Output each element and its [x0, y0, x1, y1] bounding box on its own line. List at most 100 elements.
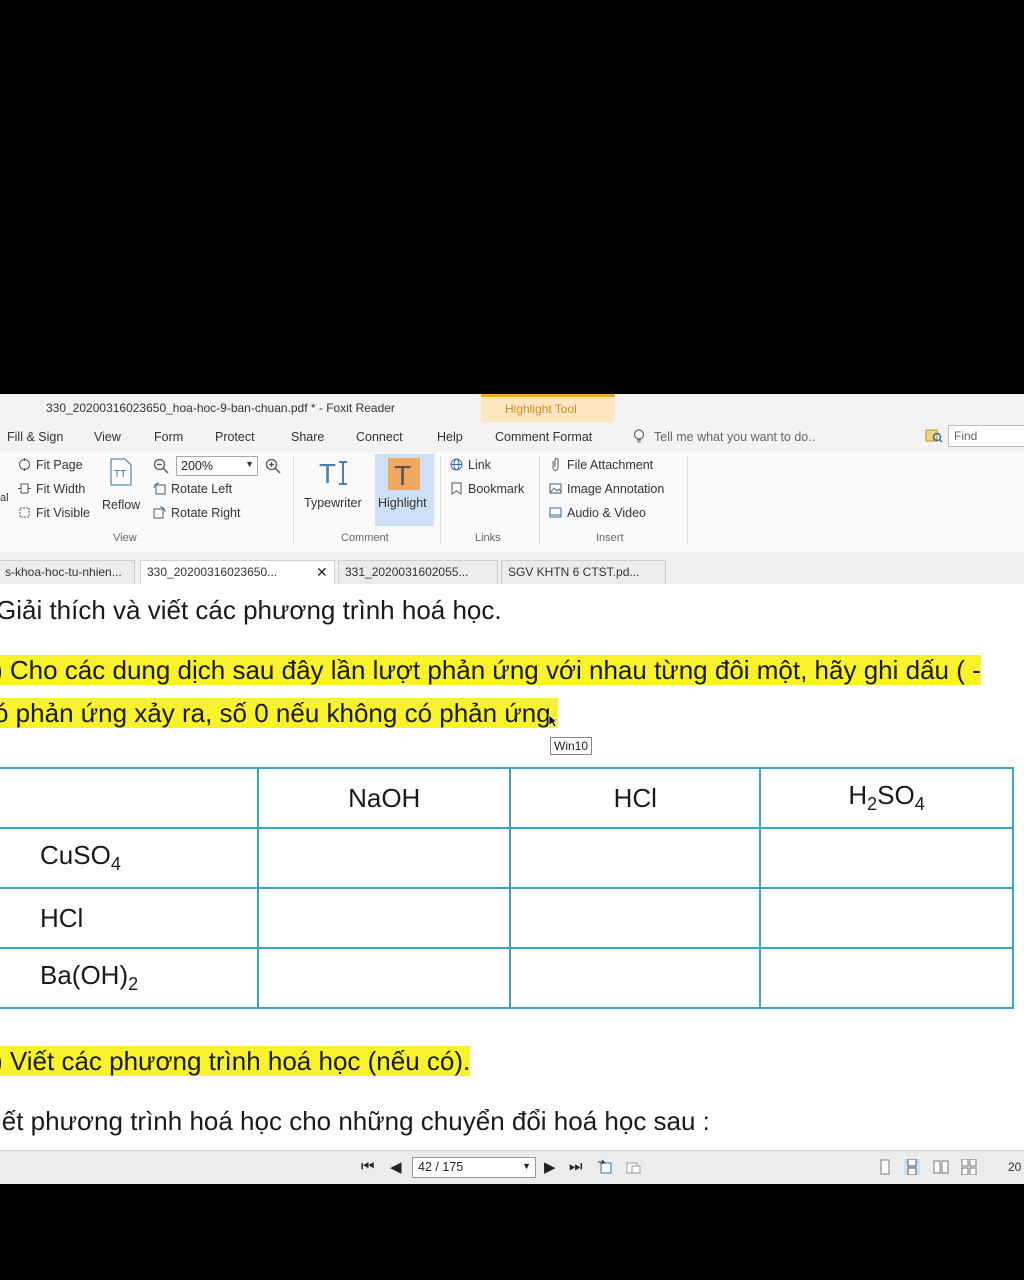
table-cell	[0, 767, 259, 829]
foxit-reader-window: 330_20200316023650_hoa-hoc-9-ban-chuan.p…	[0, 394, 1024, 1184]
highlight-mark: ó phản ứng xảy ra, số 0 nếu không có phả…	[0, 698, 558, 728]
close-icon[interactable]: ✕	[316, 564, 328, 581]
table-header: H2SO4	[759, 767, 1014, 829]
rotate-right-button[interactable]: Rotate Right	[153, 506, 240, 520]
paperclip-icon	[552, 458, 559, 471]
link-globe-icon	[450, 458, 463, 471]
doc-line-question-a: ) Cho các dung dịch sau đây lần lượt phả…	[0, 655, 981, 686]
bookmark-icon	[451, 482, 462, 495]
tab-sgv-khtn[interactable]: SGV KHTN 6 CTST.pd...	[501, 560, 666, 584]
last-page-icon[interactable]: ⏭	[569, 1158, 583, 1175]
row-header: CuSO4	[0, 827, 259, 889]
typewriter-button[interactable]: T Typewriter	[302, 454, 372, 526]
link-button[interactable]: Link	[450, 458, 491, 472]
facing-view-icon[interactable]	[933, 1159, 949, 1175]
zoom-in-icon[interactable]	[265, 458, 281, 474]
fit-page-label: Fit Page	[36, 458, 83, 472]
mouse-cursor-icon	[548, 714, 558, 728]
tab-khoa-hoc[interactable]: s-khoa-hoc-tu-nhien...	[0, 560, 135, 584]
rotate-left-button[interactable]: Rotate Left	[153, 482, 232, 496]
previous-page-icon[interactable]: ◀	[390, 1158, 402, 1176]
zoom-status[interactable]: 20	[1008, 1160, 1021, 1174]
image-annotation-button[interactable]: Image Annotation	[549, 482, 664, 496]
status-bar: ⏮ ◀ 42 / 175 ▼ ▶ ⏭ 20	[0, 1150, 1024, 1184]
fit-width-button[interactable]: Fit Width	[18, 482, 85, 496]
ribbon-separator	[539, 456, 540, 544]
table-header: NaOH	[256, 767, 512, 829]
ribbon-left-fragment: al	[0, 492, 9, 504]
document-tab-bar: s-khoa-hoc-tu-nhien... 330_2020031602365…	[0, 552, 1024, 585]
svg-text:T: T	[394, 460, 411, 490]
reflow-label: Reflow	[102, 498, 141, 512]
zoom-value: 200%	[181, 459, 213, 473]
ribbon: al Fit Page Fit Width Fit Visible TT Ref…	[0, 452, 1024, 553]
reflow-icon: TT	[110, 458, 132, 486]
file-attachment-label: File Attachment	[567, 458, 654, 472]
table-row: NaOH HCl H2SO4	[0, 767, 1014, 829]
page-indicator: 42 / 175	[418, 1160, 464, 1174]
audio-video-button[interactable]: Audio & Video	[549, 506, 646, 520]
group-label-links: Links	[475, 532, 501, 544]
find-input[interactable]: Find	[948, 425, 1024, 447]
table-cell	[509, 887, 762, 949]
fit-page-icon	[19, 458, 30, 471]
next-page-icon[interactable]: ▶	[544, 1158, 556, 1176]
tab-hoa-hoc-9[interactable]: 330_20200316023650...	[140, 560, 335, 585]
continuous-facing-view-icon[interactable]	[961, 1159, 977, 1175]
table-cell	[759, 887, 1014, 949]
tell-me-search[interactable]: Tell me what you want to do..	[632, 429, 815, 444]
first-page-icon[interactable]: ⏮	[361, 1158, 375, 1175]
table-cell	[759, 827, 1014, 889]
next-view-icon[interactable]	[625, 1159, 641, 1175]
page-number-input[interactable]: 42 / 175 ▼	[412, 1157, 536, 1178]
fit-visible-button[interactable]: Fit Visible	[18, 506, 90, 520]
menu-comment-format[interactable]: Comment Format	[495, 430, 592, 444]
rotate-right-icon	[153, 506, 166, 519]
group-label-view: View	[113, 532, 137, 544]
menu-help[interactable]: Help	[437, 430, 463, 444]
doc-line-exercise: iết phương trình hoá học cho những chuyể…	[0, 1106, 710, 1136]
menu-bar: Fill & Sign View Form Protect Share Conn…	[0, 422, 1024, 452]
table-cell	[509, 947, 762, 1009]
menu-protect[interactable]: Protect	[215, 430, 255, 444]
tab-label: 330_20200316023650...	[147, 565, 278, 579]
file-attachment-button[interactable]: File Attachment	[549, 458, 653, 472]
bookmark-label: Bookmark	[468, 482, 525, 496]
menu-fill-sign[interactable]: Fill & Sign	[7, 430, 63, 444]
typewriter-label: Typewriter	[304, 496, 362, 510]
continuous-view-icon[interactable]	[904, 1159, 920, 1175]
fit-visible-icon	[19, 507, 30, 518]
table-cell	[256, 887, 512, 949]
highlight-icon: T	[388, 458, 420, 490]
menu-share[interactable]: Share	[291, 430, 324, 444]
rotate-right-label: Rotate Right	[171, 506, 241, 520]
audio-video-label: Audio & Video	[567, 506, 646, 520]
menu-view[interactable]: View	[94, 430, 121, 444]
table-row: Ba(OH)2	[0, 947, 1014, 1009]
doc-line-question-a-cont: ó phản ứng xảy ra, số 0 nếu không có phả…	[0, 698, 558, 729]
group-label-insert: Insert	[596, 532, 624, 544]
zoom-out-icon[interactable]	[153, 458, 169, 474]
chevron-down-icon: ▼	[522, 1161, 531, 1171]
previous-view-icon[interactable]	[597, 1159, 613, 1175]
fit-width-label: Fit Width	[36, 482, 86, 496]
row-header: HCl	[0, 887, 259, 949]
single-page-view-icon[interactable]	[877, 1159, 893, 1175]
fit-page-button[interactable]: Fit Page	[18, 458, 83, 472]
reflow-button[interactable]: TT Reflow	[102, 454, 144, 524]
media-icon	[549, 507, 562, 518]
ribbon-separator	[293, 456, 294, 544]
tab-331[interactable]: 331_2020031602055...	[338, 560, 498, 584]
menu-form[interactable]: Form	[154, 430, 183, 444]
typewriter-icon: T	[319, 458, 347, 488]
highlight-tool-context-tab[interactable]: Highlight Tool	[481, 394, 615, 422]
zoom-select[interactable]: 200% ▼	[176, 456, 258, 476]
title-bar: 330_20200316023650_hoa-hoc-9-ban-chuan.p…	[0, 394, 1024, 422]
find-icon[interactable]	[925, 428, 943, 444]
svg-text:T: T	[319, 458, 336, 488]
pdf-page-view[interactable]: Giải thích và viết các phương trình hoá …	[0, 584, 1024, 1150]
menu-connect[interactable]: Connect	[356, 430, 403, 444]
highlight-mark: ) Cho các dung dịch sau đây lần lượt phả…	[0, 655, 981, 685]
bookmark-button[interactable]: Bookmark	[450, 482, 524, 496]
highlight-button[interactable]: T Highlight	[375, 454, 434, 526]
